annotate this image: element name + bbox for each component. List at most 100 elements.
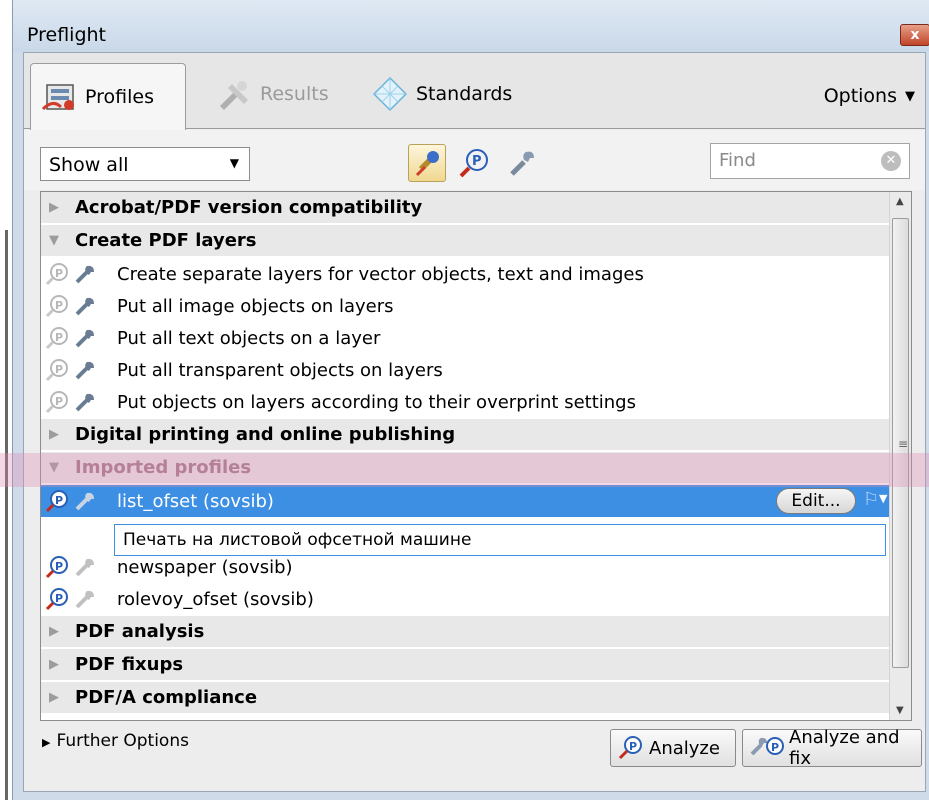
magnifier-check-icon: P bbox=[459, 149, 488, 178]
group-imported-profiles[interactable]: ▼ Imported profiles bbox=[41, 452, 891, 484]
svg-text:P: P bbox=[472, 154, 482, 169]
profiles-filter-button[interactable] bbox=[408, 144, 446, 182]
further-options-toggle[interactable]: ▶ Further Options bbox=[42, 731, 189, 751]
group-label: PDF/A compliance bbox=[75, 687, 258, 708]
item-label: Put objects on layers according to their… bbox=[117, 391, 636, 413]
group-label: Acrobat/PDF version compatibility bbox=[75, 197, 423, 218]
analyze-and-fix-icon: P bbox=[749, 734, 785, 762]
fixup-wrench-icon bbox=[73, 390, 97, 414]
scroll-down-icon[interactable]: ▼ bbox=[896, 705, 904, 716]
group-pdf-analysis[interactable]: ▶ PDF analysis bbox=[41, 616, 891, 648]
tab-standards-label: Standards bbox=[416, 83, 513, 105]
check-icon: P bbox=[45, 555, 69, 579]
expand-arrow-icon: ▶ bbox=[49, 657, 59, 672]
group-pdf-fixups[interactable]: ▶ PDF fixups bbox=[41, 649, 891, 681]
list-item[interactable]: P Put all text objects on a layer bbox=[41, 322, 891, 354]
tab-bar: Profiles Results Standards Options ▼ bbox=[24, 53, 925, 130]
tab-profiles-label: Profiles bbox=[85, 86, 154, 108]
check-icon: P bbox=[45, 294, 69, 318]
expand-arrow-icon: ▶ bbox=[49, 690, 59, 705]
options-caret-icon: ▼ bbox=[905, 89, 915, 104]
profiles-icon bbox=[39, 79, 79, 115]
checks-filter-button[interactable]: P bbox=[456, 144, 494, 182]
tab-profiles[interactable]: Profiles bbox=[30, 63, 186, 130]
check-icon: P bbox=[45, 326, 69, 350]
item-icons: P bbox=[41, 262, 117, 286]
tab-results-label: Results bbox=[260, 83, 329, 105]
group-digital-printing[interactable]: ▶ Digital printing and online publishing bbox=[41, 419, 891, 451]
item-label: list_ofset (sovsib) bbox=[117, 490, 274, 512]
group-acrobat-pdf-compat[interactable]: ▶ Acrobat/PDF version compatibility bbox=[41, 192, 891, 224]
svg-text:P: P bbox=[629, 740, 637, 753]
group-pdfa-compliance[interactable]: ▶ PDF/A compliance bbox=[41, 682, 891, 714]
list-item-selected[interactable]: P list_ofset (sovsib) Edit... ⚐ ▼ bbox=[41, 485, 891, 517]
close-button[interactable]: x bbox=[900, 24, 929, 46]
fixup-wrench-icon bbox=[73, 262, 97, 286]
svg-text:P: P bbox=[55, 363, 63, 376]
check-icon: P bbox=[45, 358, 69, 382]
collapse-arrow-icon: ▼ bbox=[49, 233, 59, 248]
tab-results[interactable]: Results bbox=[214, 65, 329, 123]
edit-button[interactable]: Edit... bbox=[776, 488, 856, 514]
filter-dropdown[interactable]: Show all ▼ bbox=[40, 147, 250, 181]
list-item[interactable]: P rolevoy_ofset (sovsib) bbox=[41, 583, 891, 615]
expand-arrow-icon: ▶ bbox=[49, 624, 59, 639]
flag-icon[interactable]: ⚐ bbox=[863, 489, 879, 510]
item-label: Create separate layers for vector object… bbox=[117, 263, 644, 285]
expand-arrow-icon: ▶ bbox=[49, 200, 59, 215]
list-item[interactable]: P Put all transparent objects on layers bbox=[41, 354, 891, 386]
profile-description-field[interactable]: Печать на листовой офсетной машине bbox=[114, 524, 886, 556]
fixups-filter-button[interactable] bbox=[504, 144, 542, 182]
svg-text:P: P bbox=[55, 560, 63, 573]
list-item[interactable]: P Create separate layers for vector obje… bbox=[41, 258, 891, 290]
flag-dropdown-icon[interactable]: ▼ bbox=[879, 492, 887, 505]
expand-arrow-icon: ▶ bbox=[49, 427, 59, 442]
options-menu[interactable]: Options ▼ bbox=[824, 85, 915, 107]
svg-text:P: P bbox=[55, 331, 63, 344]
fixup-wrench-icon bbox=[73, 358, 97, 382]
group-label: PDF analysis bbox=[75, 621, 205, 642]
group-label: Imported profiles bbox=[75, 457, 252, 478]
profiles-list[interactable]: ▶ Acrobat/PDF version compatibility ▼ Cr… bbox=[40, 191, 912, 721]
analyze-and-fix-label: Analyze and fix bbox=[789, 727, 900, 769]
list-scrollbar[interactable]: ▲ ≡ ▼ bbox=[889, 192, 911, 720]
wrench-icon bbox=[510, 151, 534, 176]
dropdown-arrow-icon: ▼ bbox=[229, 156, 239, 170]
title-bar[interactable]: Preflight x bbox=[13, 0, 929, 52]
item-icons: P bbox=[41, 390, 117, 414]
group-label: Digital printing and online publishing bbox=[75, 424, 456, 445]
check-icon: P bbox=[45, 587, 69, 611]
item-label: Put all text objects on a layer bbox=[117, 327, 381, 349]
group-label: PDF fixups bbox=[75, 654, 184, 675]
analyze-button[interactable]: P Analyze bbox=[610, 729, 736, 767]
item-label: rolevoy_ofset (sovsib) bbox=[117, 588, 314, 610]
svg-text:P: P bbox=[55, 494, 63, 507]
check-icon: P bbox=[45, 489, 69, 513]
find-input[interactable]: Find ✕ bbox=[710, 143, 910, 179]
background-window-edge bbox=[0, 0, 12, 800]
scroll-up-icon[interactable]: ▲ bbox=[896, 196, 904, 207]
filter-dropdown-value: Show all bbox=[49, 154, 129, 176]
svg-text:P: P bbox=[771, 741, 779, 754]
toolbar: Show all ▼ P Find ✕ bbox=[24, 130, 925, 190]
group-create-pdf-layers[interactable]: ▼ Create PDF layers bbox=[41, 225, 891, 257]
profiles-filter-icon bbox=[415, 151, 439, 177]
group-label: Create PDF layers bbox=[75, 230, 257, 251]
tab-standards[interactable]: Standards bbox=[370, 65, 512, 123]
clear-search-icon[interactable]: ✕ bbox=[881, 151, 901, 171]
options-label: Options bbox=[823, 85, 897, 107]
list-item[interactable]: P Put all image objects on layers bbox=[41, 290, 891, 322]
fixup-wrench-icon bbox=[73, 294, 97, 318]
scrollbar-thumb[interactable]: ≡ bbox=[892, 218, 909, 668]
item-icons: P bbox=[41, 294, 117, 318]
find-placeholder: Find bbox=[719, 150, 756, 171]
analyze-and-fix-button[interactable]: P Analyze and fix bbox=[742, 727, 922, 769]
results-icon bbox=[214, 76, 254, 112]
list-item[interactable]: P Put objects on layers according to the… bbox=[41, 386, 891, 418]
item-label: Put all image objects on layers bbox=[117, 295, 394, 317]
fixup-wrench-icon bbox=[73, 489, 97, 513]
check-icon: P bbox=[45, 262, 69, 286]
footer: ▶ Further Options P Analyze P Analyze and… bbox=[24, 723, 925, 791]
window-title: Preflight bbox=[27, 24, 107, 46]
preflight-window: Preflight x Profiles Results Standards O… bbox=[12, 0, 929, 800]
